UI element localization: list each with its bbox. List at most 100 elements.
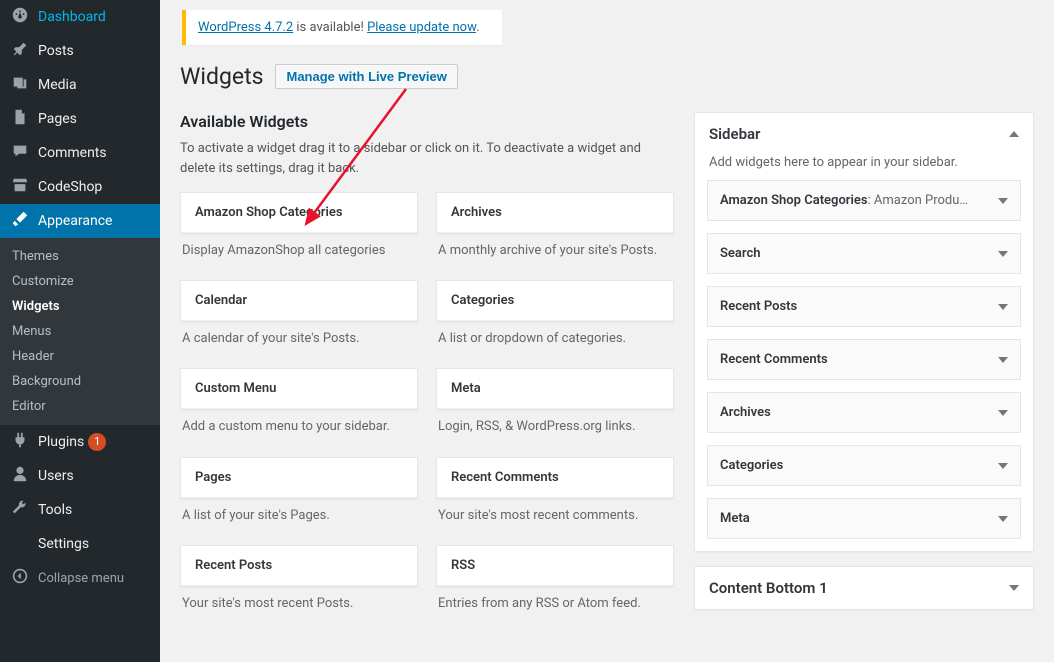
menu-item-users[interactable]: Users	[0, 459, 160, 493]
menu-label: Media	[38, 77, 77, 93]
update-notice-text: is available!	[293, 20, 367, 35]
submenu-appearance: ThemesCustomizeWidgetsMenusHeaderBackgro…	[0, 238, 160, 425]
menu-label: Tools	[38, 502, 72, 518]
available-widget-meta[interactable]: Meta	[436, 368, 674, 410]
available-widget-rss[interactable]: RSS	[436, 545, 674, 587]
sidebar-widget-title: Archives	[720, 405, 771, 420]
available-widget-custom-menu[interactable]: Custom Menu	[180, 368, 418, 410]
sidebar-widget-title: Recent Posts	[720, 299, 797, 314]
appearance-icon	[10, 210, 30, 232]
collapse-label: Collapse menu	[38, 571, 124, 586]
sidebar-widget-title: Categories	[720, 458, 783, 473]
update-version-link[interactable]: WordPress 4.7.2	[198, 20, 293, 35]
submenu-item-header[interactable]: Header	[0, 344, 160, 369]
posts-icon	[10, 40, 30, 62]
dashboard-icon	[10, 6, 30, 28]
media-icon	[10, 74, 30, 96]
widget-title: Categories	[437, 281, 673, 321]
widget-description: A list or dropdown of categories.	[436, 322, 674, 358]
menu-label: Users	[38, 468, 74, 484]
sidebar-widget-recent-comments[interactable]: Recent Comments	[707, 339, 1021, 380]
widget-title: Calendar	[181, 281, 417, 321]
widget-title: Meta	[437, 369, 673, 409]
menu-label: Plugins	[38, 434, 84, 450]
submenu-item-customize[interactable]: Customize	[0, 269, 160, 294]
widget-area-toggle[interactable]: Content Bottom 1	[695, 567, 1033, 609]
sidebar-widget-categories[interactable]: Categories	[707, 445, 1021, 486]
pages-icon	[10, 108, 30, 130]
menu-label: Appearance	[38, 213, 112, 229]
sidebar-widget-meta[interactable]: Meta	[707, 498, 1021, 539]
available-widget-recent-posts[interactable]: Recent Posts	[180, 545, 418, 587]
available-widget-recent-comments[interactable]: Recent Comments	[436, 457, 674, 499]
menu-item-settings[interactable]: Settings	[0, 527, 160, 561]
sidebar-widget-search[interactable]: Search	[707, 233, 1021, 274]
widget-title: Recent Posts	[181, 546, 417, 586]
widget-area-desc: Add widgets here to appear in your sideb…	[695, 155, 1033, 180]
widget-title: RSS	[437, 546, 673, 586]
menu-label: Settings	[38, 536, 89, 552]
codeshop-icon	[10, 176, 30, 198]
content-area: WordPress 4.7.2 is available! Please upd…	[160, 0, 1054, 662]
menu-item-dashboard[interactable]: Dashboard	[0, 0, 160, 34]
submenu-item-editor[interactable]: Editor	[0, 394, 160, 419]
chevron-down-icon	[998, 410, 1008, 416]
sidebar-widget-recent-posts[interactable]: Recent Posts	[707, 286, 1021, 327]
available-widget-amazon-shop-categories[interactable]: Amazon Shop Categories	[180, 192, 418, 234]
sidebar-widget-instance: : Amazon Produ…	[868, 193, 969, 208]
collapse-menu-button[interactable]: Collapse menu	[0, 561, 160, 595]
menu-item-pages[interactable]: Pages	[0, 102, 160, 136]
available-widget-categories[interactable]: Categories	[436, 280, 674, 322]
widget-description: Your site's most recent Posts.	[180, 587, 418, 623]
widget-area-title: Sidebar	[709, 125, 760, 143]
comments-icon	[10, 142, 30, 164]
chevron-down-icon	[998, 463, 1008, 469]
widget-description: A calendar of your site's Posts.	[180, 322, 418, 358]
menu-item-media[interactable]: Media	[0, 68, 160, 102]
submenu-item-menus[interactable]: Menus	[0, 319, 160, 344]
widget-title: Amazon Shop Categories	[181, 193, 417, 233]
widget-area-toggle[interactable]: Sidebar	[695, 113, 1033, 155]
available-widget-pages[interactable]: Pages	[180, 457, 418, 499]
widget-area-title: Content Bottom 1	[709, 579, 828, 597]
sidebar-widget-title: Amazon Shop Categories	[720, 193, 868, 208]
available-widget-archives[interactable]: Archives	[436, 192, 674, 234]
update-now-link[interactable]: Please update now	[367, 20, 476, 35]
widget-description: A list of your site's Pages.	[180, 499, 418, 535]
submenu-item-widgets[interactable]: Widgets	[0, 294, 160, 319]
settings-icon	[10, 533, 30, 555]
menu-item-posts[interactable]: Posts	[0, 34, 160, 68]
widget-area-sidebar: Sidebar Add widgets here to appear in you…	[694, 112, 1034, 552]
widget-description: Display AmazonShop all categories	[180, 234, 418, 270]
plugins-update-badge: 1	[88, 433, 106, 451]
available-widgets-column: Available Widgets To activate a widget d…	[180, 112, 674, 624]
menu-item-comments[interactable]: Comments	[0, 136, 160, 170]
menu-label: Pages	[38, 111, 77, 127]
submenu-item-themes[interactable]: Themes	[0, 244, 160, 269]
tools-icon	[10, 499, 30, 521]
chevron-down-icon	[998, 516, 1008, 522]
menu-item-appearance[interactable]: Appearance	[0, 204, 160, 238]
menu-item-tools[interactable]: Tools	[0, 493, 160, 527]
sidebar-areas-column: Sidebar Add widgets here to appear in you…	[694, 112, 1034, 624]
chevron-down-icon	[998, 357, 1008, 363]
admin-menu: Dashboard Posts Media Pages CommentsCodeShop…	[0, 0, 160, 662]
chevron-down-icon	[998, 251, 1008, 257]
sidebar-widget-amazon-shop-categories[interactable]: Amazon Shop Categories: Amazon Produ…	[707, 180, 1021, 221]
menu-item-plugins[interactable]: Plugins1	[0, 425, 160, 459]
available-widget-calendar[interactable]: Calendar	[180, 280, 418, 322]
chevron-up-icon	[1009, 131, 1019, 137]
update-notice: WordPress 4.7.2 is available! Please upd…	[182, 10, 502, 45]
manage-live-preview-button[interactable]: Manage with Live Preview	[275, 64, 457, 89]
menu-label: Dashboard	[38, 9, 106, 25]
page-title: Widgets	[180, 63, 263, 90]
submenu-item-background[interactable]: Background	[0, 369, 160, 394]
chevron-down-icon	[998, 304, 1008, 310]
widget-area-content-bottom-1: Content Bottom 1	[694, 566, 1034, 610]
menu-item-codeshop[interactable]: CodeShop	[0, 170, 160, 204]
collapse-icon	[10, 568, 30, 588]
available-widgets-desc: To activate a widget drag it to a sideba…	[180, 139, 674, 178]
sidebar-widget-archives[interactable]: Archives	[707, 392, 1021, 433]
sidebar-widget-title: Search	[720, 246, 761, 261]
sidebar-widget-title: Recent Comments	[720, 352, 828, 367]
